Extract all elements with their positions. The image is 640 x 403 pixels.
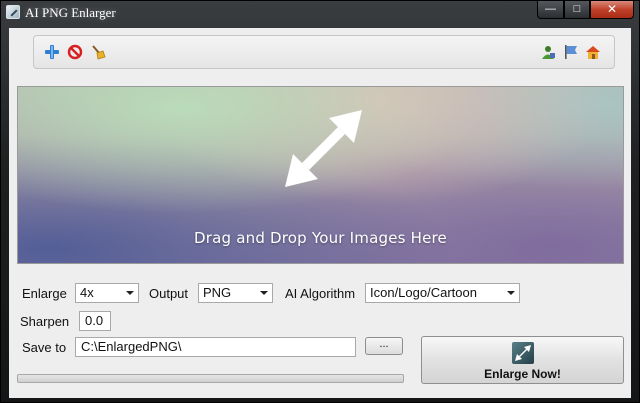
window-title: AI PNG Enlarger (25, 5, 116, 20)
chevron-down-icon (126, 291, 134, 295)
browse-button[interactable]: ... (365, 337, 403, 355)
algorithm-value: Icon/Logo/Cartoon (370, 285, 477, 300)
user-icon[interactable] (540, 44, 556, 60)
clear-broom-icon[interactable] (90, 44, 106, 60)
app-window: AI PNG Enlarger — □ ✕ Drag and Drop Your… (0, 0, 640, 403)
enlarge-label: Enlarge (22, 286, 67, 301)
title-bar[interactable]: AI PNG Enlarger — □ ✕ (1, 1, 639, 25)
image-drop-zone[interactable]: Drag and Drop Your Images Here (17, 86, 624, 264)
enlarge-dropdown[interactable]: 4x (75, 283, 139, 303)
app-logo-icon (6, 5, 20, 19)
output-value: PNG (203, 285, 232, 300)
sharpen-input[interactable]: 0.0 (79, 311, 111, 331)
output-dropdown[interactable]: PNG (198, 283, 273, 303)
minimize-button[interactable]: — (537, 1, 564, 19)
progress-bar (17, 374, 404, 383)
algorithm-label: AI Algorithm (285, 286, 356, 301)
sharpen-label: Sharpen (20, 314, 70, 329)
close-button[interactable]: ✕ (590, 1, 634, 19)
save-path-input[interactable]: C:\EnlargedPNG\ (75, 337, 356, 357)
algorithm-dropdown[interactable]: Icon/Logo/Cartoon (365, 283, 520, 303)
toolbar (33, 35, 615, 69)
enlarge-now-label: Enlarge Now! (484, 367, 561, 381)
home-icon[interactable] (585, 44, 601, 60)
main-panel: Drag and Drop Your Images Here Enlarge 4… (9, 28, 631, 398)
chevron-down-icon (260, 291, 268, 295)
chevron-down-icon (507, 291, 515, 295)
output-label: Output (149, 286, 189, 301)
drop-zone-text: Drag and Drop Your Images Here (194, 229, 447, 247)
save-to-label: Save to (22, 340, 67, 355)
add-icon[interactable] (44, 44, 60, 60)
enlarge-arrow-icon (512, 342, 534, 364)
resize-diagonal-arrow-icon (280, 105, 366, 194)
flag-icon[interactable] (563, 44, 579, 60)
maximize-button[interactable]: □ (564, 1, 590, 19)
remove-icon[interactable] (67, 44, 83, 60)
enlarge-now-button[interactable]: Enlarge Now! (421, 336, 624, 384)
enlarge-value: 4x (80, 285, 94, 300)
